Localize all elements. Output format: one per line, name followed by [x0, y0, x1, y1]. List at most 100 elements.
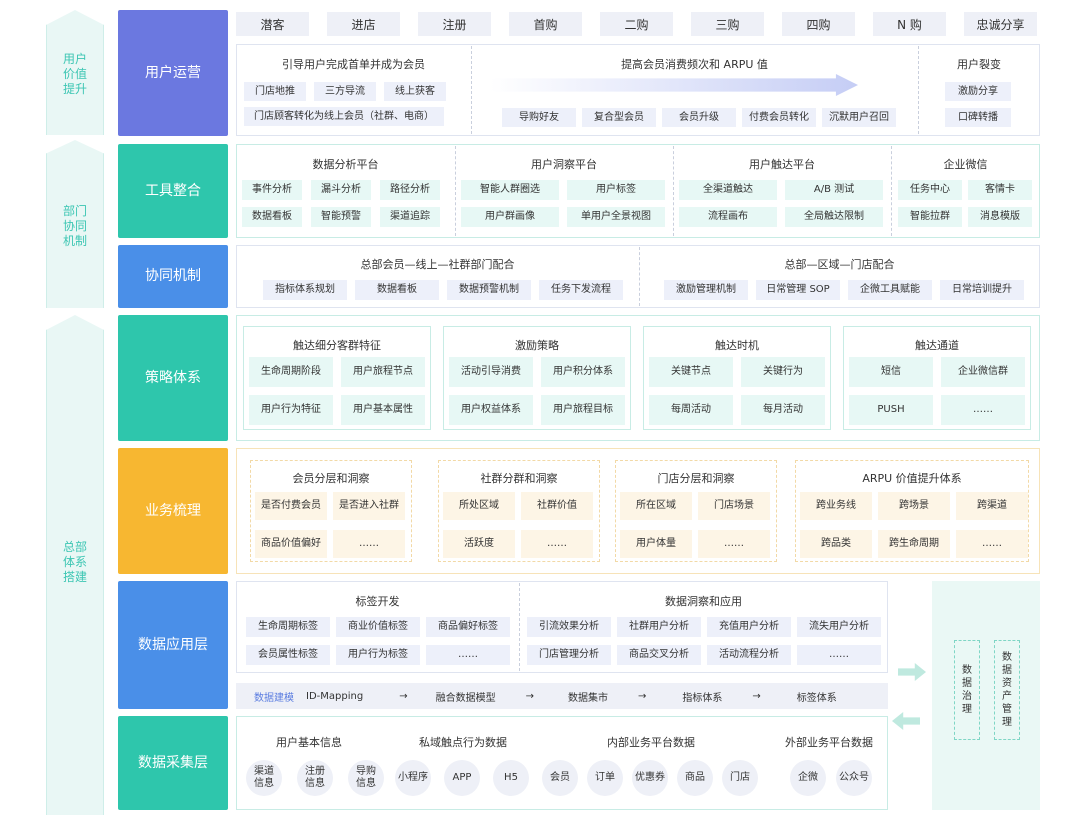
tool-item: 单用户全景视图 [567, 207, 665, 227]
collect-item: 注册 信息 [297, 760, 333, 796]
tool-item: 客情卡 [968, 180, 1032, 200]
tool-item: 用户标签 [567, 180, 665, 200]
collect-item: 商品 [677, 760, 713, 796]
layer-strategy: 策略体系 [118, 315, 228, 441]
user-ops-item: 会员升级 [662, 108, 736, 127]
stage: 潜客 [236, 12, 309, 36]
user-ops-item: 导购好友 [502, 108, 576, 127]
insight-item: 门店管理分析 [527, 645, 611, 665]
tools-title: 用户洞察平台 [531, 158, 597, 171]
layer-data-collect-label: 数据采集层 [138, 754, 208, 771]
strategy-item: 关键行为 [741, 357, 825, 387]
layer-data-collect: 数据采集层 [118, 716, 228, 810]
tool-item: 全局触达限制 [785, 207, 883, 227]
collect-item: APP [444, 760, 480, 796]
tool-item: 渠道追踪 [380, 207, 440, 227]
business-item: 跨生命周期 [878, 530, 950, 558]
collect-item: 门店 [722, 760, 758, 796]
tool-item: 智能预警 [311, 207, 371, 227]
collect-item: 优惠券 [632, 760, 668, 796]
data-app-title: 数据洞察和应用 [665, 595, 742, 608]
left-col-bottom: 总部 体系 搭建 [46, 315, 104, 815]
left-col-top: 用户 价值 提升 [46, 10, 104, 135]
left-col-mid: 部门 协同 机制 [46, 140, 104, 308]
strategy-title: 触达细分客群特征 [293, 339, 381, 352]
governance-item: 数 据 资 产 管 理 [994, 640, 1020, 740]
layer-collab: 协同机制 [118, 245, 228, 308]
strategy-item: 企业微信群 [941, 357, 1025, 387]
business-item: 活跃度 [443, 530, 515, 558]
insight-item: 活动流程分析 [707, 645, 791, 665]
layer-business: 业务梳理 [118, 448, 228, 574]
business-item: …… [698, 530, 770, 558]
layer-data-app-label: 数据应用层 [138, 636, 208, 653]
business-item: 所处区域 [443, 492, 515, 520]
label-hq: 总部 体系 搭建 [62, 540, 87, 584]
business-item: 跨业务线 [800, 492, 872, 520]
strategy-item: 短信 [849, 357, 933, 387]
strategy-title: 触达通道 [915, 339, 959, 352]
layer-business-label: 业务梳理 [145, 502, 201, 519]
strategy-item: 生命周期阶段 [249, 357, 333, 387]
business-item: 跨场景 [878, 492, 950, 520]
business-item: 用户体量 [620, 530, 692, 558]
insight-item: 充值用户分析 [707, 617, 791, 637]
business-item: …… [333, 530, 405, 558]
layer-strategy-label: 策略体系 [145, 369, 201, 386]
tool-item: 智能拉群 [898, 207, 962, 227]
tool-item: 任务中心 [898, 180, 962, 200]
business-item: 是否付费会员 [255, 492, 327, 520]
tools-title: 企业微信 [943, 158, 988, 171]
layer-tools-label: 工具整合 [145, 182, 201, 199]
collect-title: 内部业务平台数据 [607, 736, 695, 749]
layer-tools: 工具整合 [118, 144, 228, 238]
tag-item: 商品偏好标签 [426, 617, 510, 637]
user-ops-g1-title: 引导用户完成首单并成为会员 [282, 58, 425, 71]
tool-item: 全渠道触达 [679, 180, 777, 200]
flow-step: ID-Mapping [306, 690, 364, 702]
data-app-title: 标签开发 [355, 595, 400, 608]
user-ops-wide-item: 门店顾客转化为线上会员（社群、电商） [244, 107, 444, 126]
collab-item: 企微工具赋能 [848, 280, 932, 300]
business-item: …… [956, 530, 1028, 558]
business-title: ARPU 价值提升体系 [862, 472, 962, 485]
tag-item: 会员属性标签 [246, 645, 330, 665]
collect-title: 用户基本信息 [276, 736, 342, 749]
flow-step: 数据建模 [254, 692, 294, 704]
strategy-item: 用户权益体系 [449, 395, 533, 425]
tool-item: 消息模版 [968, 207, 1032, 227]
strategy-item: 用户旅程目标 [541, 395, 625, 425]
collab-item: 指标体系规划 [263, 280, 347, 300]
arrow-left-icon [892, 712, 920, 730]
collect-item: 小程序 [395, 760, 431, 796]
tag-item: 用户行为标签 [336, 645, 420, 665]
stage: N 购 [873, 12, 946, 36]
collab-title: 总部会员—线上—社群部门配合 [360, 258, 515, 271]
layer-collab-label: 协同机制 [145, 268, 201, 285]
stage: 二购 [600, 12, 673, 36]
collect-item: 企微 [790, 760, 826, 796]
flow-arrow: → [399, 690, 408, 702]
strategy-item: …… [941, 395, 1025, 425]
collect-item: 渠道 信息 [246, 760, 282, 796]
governance-panel [932, 581, 1040, 810]
strategy-title: 激励策略 [515, 339, 559, 352]
business-item: 跨渠道 [956, 492, 1028, 520]
tool-item: A/B 测试 [785, 180, 883, 200]
business-item: 社群价值 [521, 492, 593, 520]
layer-data-app: 数据应用层 [118, 581, 228, 709]
label-dept: 部门 协同 机制 [62, 204, 87, 248]
strategy-item: 活动引导消费 [449, 357, 533, 387]
stage: 忠诚分享 [964, 12, 1037, 36]
strategy-item: 用户积分体系 [541, 357, 625, 387]
collect-item: H5 [493, 760, 529, 796]
flow-arrow: → [637, 690, 647, 702]
insight-item: 商品交叉分析 [617, 645, 701, 665]
user-ops-g2-title: 提高会员消费频次和 ARPU 值 [621, 58, 768, 71]
flow-step: 数据集市 [567, 692, 608, 704]
insight-item: 社群用户分析 [617, 617, 701, 637]
collect-item: 会员 [542, 760, 578, 796]
flow-step: 融合数据模型 [435, 692, 496, 704]
tag-item: 生命周期标签 [246, 617, 330, 637]
business-item: …… [521, 530, 593, 558]
